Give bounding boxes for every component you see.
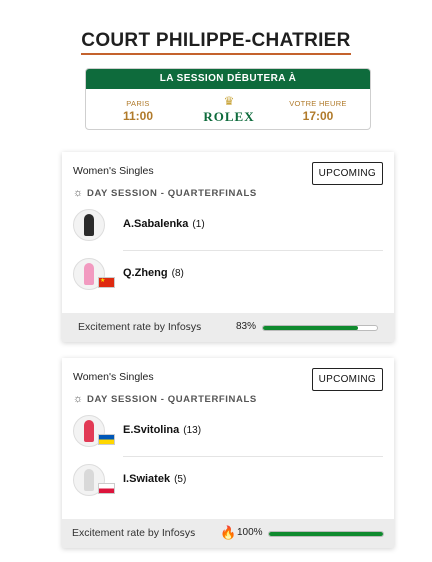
player-avatar <box>73 209 105 241</box>
excitement-label: Excitement rate by Infosys <box>78 321 202 333</box>
poland-flag-icon <box>98 483 115 494</box>
match-card[interactable]: Women's Singles UPCOMING ☼ DAY SESSION - … <box>62 358 394 548</box>
divider <box>123 456 383 457</box>
upcoming-button[interactable]: UPCOMING <box>311 368 383 391</box>
player-name: E.Svitolina (13) <box>123 424 202 436</box>
excitement-bar-fill <box>263 326 358 330</box>
session-header: LA SESSION DÉBUTERA À <box>86 69 370 89</box>
session-label: DAY SESSION - QUARTERFINALS <box>87 394 257 405</box>
excitement-rate: Excitement rate by Infosys 🔥 100% <box>62 519 394 548</box>
match-card[interactable]: Women's Singles UPCOMING ☼ DAY SESSION - … <box>62 152 394 342</box>
player-row[interactable]: E.Svitolina (13) <box>73 415 383 449</box>
player-seed: (5) <box>174 474 187 485</box>
flame-icon: 🔥 <box>220 525 237 540</box>
infosys-logo: Infosys <box>161 528 196 539</box>
player-avatar <box>73 415 115 447</box>
player-seed: (13) <box>183 425 202 436</box>
china-flag-icon <box>98 277 115 288</box>
infosys-logo: Infosys <box>167 322 202 333</box>
paris-label: PARIS <box>126 99 150 108</box>
event-name: Women's Singles <box>73 371 154 383</box>
sun-icon: ☼ <box>73 187 84 199</box>
court-title-text: COURT PHILIPPE-CHATRIER <box>81 30 351 55</box>
local-time: VOTRE HEURE 17:00 <box>278 99 358 123</box>
court-title: COURT PHILIPPE-CHATRIER <box>0 30 432 55</box>
paris-time: PARIS 11:00 <box>98 99 178 123</box>
ukraine-flag-icon <box>98 434 115 445</box>
sun-icon: ☼ <box>73 393 84 405</box>
local-time-label: VOTRE HEURE <box>289 99 347 108</box>
excitement-bar <box>262 325 378 331</box>
excitement-bar <box>268 531 384 537</box>
player-name: A.Sabalenka (1) <box>123 218 205 230</box>
event-name: Women's Singles <box>73 165 154 177</box>
player-row[interactable]: A.Sabalenka (1) <box>73 209 383 243</box>
session-label: DAY SESSION - QUARTERFINALS <box>87 188 257 199</box>
player-row[interactable]: Q.Zheng(8) <box>73 258 383 292</box>
session-line: ☼ DAY SESSION - QUARTERFINALS <box>73 393 257 405</box>
player-avatar <box>73 258 115 290</box>
excitement-percent: 83% <box>236 321 257 332</box>
player-seed: (1) <box>192 219 205 230</box>
player-seed: (8) <box>171 268 184 279</box>
upcoming-button[interactable]: UPCOMING <box>311 162 383 185</box>
session-start-box: LA SESSION DÉBUTERA À PARIS 11:00 ♛ ROLE… <box>85 68 371 130</box>
excitement-bar-fill <box>269 532 383 536</box>
rolex-logo: ♛ ROLEX <box>186 95 272 125</box>
rolex-wordmark: ROLEX <box>203 109 255 124</box>
player-name: I.Swiatek (5) <box>123 473 187 485</box>
paris-time-value: 11:00 <box>122 109 154 123</box>
session-line: ☼ DAY SESSION - QUARTERFINALS <box>73 187 257 199</box>
excitement-label: Excitement rate by Infosys <box>72 527 196 539</box>
player-row[interactable]: I.Swiatek (5) <box>73 464 383 498</box>
excitement-rate: Excitement rate by Infosys 83% <box>62 313 394 342</box>
excitement-percent: 100% <box>237 527 263 538</box>
local-time-value: 17:00 <box>302 109 334 123</box>
player-name: Q.Zheng (8) <box>123 267 184 279</box>
player-avatar <box>73 464 115 496</box>
divider <box>123 250 383 251</box>
crown-icon: ♛ <box>223 94 235 108</box>
